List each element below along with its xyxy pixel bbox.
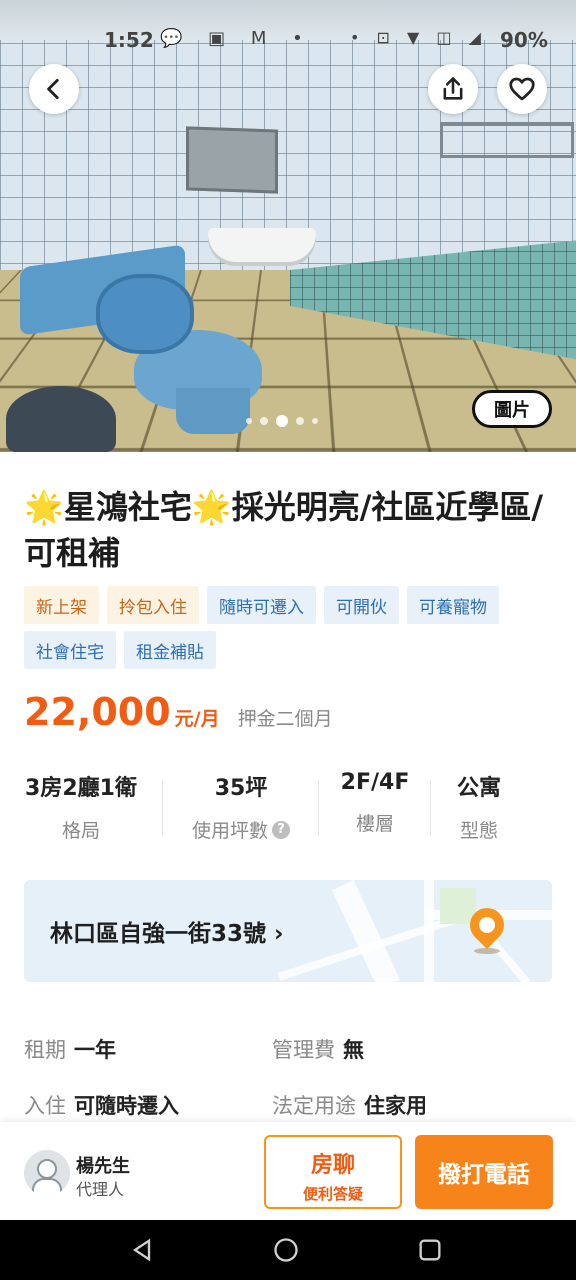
share-icon: [439, 75, 467, 103]
gallery-dot: [260, 417, 268, 425]
trash-bin: [6, 386, 116, 452]
tag-furnished: 拎包入住: [107, 586, 199, 624]
spec-type: 公寓 型態: [440, 770, 518, 843]
fee-label: 管理費: [272, 1034, 335, 1064]
status-bar: 1:52 💬 ▣ M • • ⊡ ▼ ◫ ◢ 90%: [0, 0, 576, 80]
gallery-dot: [246, 418, 252, 424]
usage-label: 法定用途: [272, 1090, 356, 1120]
chevron-left-icon: [41, 76, 67, 102]
spec-layout-label: 格局: [62, 816, 100, 843]
star-emoji: 🌟: [192, 488, 232, 526]
price-row: 22,000 元/月 押金二個月: [24, 690, 333, 734]
spec-floor: 2F/4F 樓層: [330, 770, 420, 836]
photo-type-button[interactable]: 圖片: [472, 390, 552, 428]
back-button[interactable]: [29, 64, 79, 114]
toilet-lid: [96, 274, 194, 354]
spec-layout: 3房2廳1衛 格局: [14, 770, 148, 843]
spec-type-label: 型態: [460, 816, 498, 843]
chevron-right-icon: ›: [274, 921, 283, 947]
star-emoji: 🌟: [24, 488, 64, 526]
bottom-action-bar: 楊先生 代理人 房聊 便利答疑 撥打電話: [0, 1122, 576, 1220]
movein-value: 可隨時遷入: [74, 1090, 179, 1120]
toilet-base: [176, 388, 250, 434]
mirror: [186, 126, 278, 193]
divider: [318, 780, 319, 836]
detail-legal-usage: 法定用途 住家用: [272, 1090, 427, 1120]
listing-photo[interactable]: 1:52 💬 ▣ M • • ⊡ ▼ ◫ ◢ 90% 圖片: [0, 0, 576, 452]
chat-button-sublabel: 便利答疑: [266, 1183, 400, 1204]
spec-floor-value: 2F/4F: [330, 770, 420, 795]
spec-area-label: 使用坪數: [192, 816, 268, 843]
deposit-text: 押金二個月: [238, 704, 333, 731]
map-road: [332, 880, 400, 982]
detail-move-in: 入住 可隨時遷入: [24, 1090, 179, 1120]
fee-value: 無: [343, 1034, 364, 1064]
spec-floor-label: 樓層: [356, 809, 394, 836]
spec-summary: 3房2廳1衛 格局 35坪 使用坪數? 2F/4F 樓層 公寓 型態: [0, 770, 576, 850]
gallery-dot-active: [276, 415, 288, 427]
spec-area-value: 35坪: [176, 770, 306, 802]
call-button[interactable]: 撥打電話: [415, 1135, 553, 1209]
agent-avatar[interactable]: [24, 1150, 70, 1196]
tag-rent-subsidy: 租金補貼: [124, 631, 216, 669]
status-time: 1:52: [104, 28, 154, 52]
lease-value: 一年: [74, 1034, 116, 1064]
agent-name: 楊先生: [76, 1152, 130, 1178]
chat-button-label: 房聊: [266, 1147, 400, 1179]
divider: [162, 780, 163, 836]
listing-title: 🌟星鴻社宅🌟採光明亮/社區近學區/可租補: [24, 484, 554, 576]
tag-pets: 可養寵物: [407, 586, 499, 624]
towel-rack: [440, 122, 574, 158]
price-unit: 元/月: [175, 704, 220, 731]
battery-level: 90%: [500, 28, 548, 52]
usage-value: 住家用: [364, 1090, 427, 1120]
movein-label: 入住: [24, 1090, 66, 1120]
address-text: 林口區自強一街33號: [50, 921, 266, 947]
tag-cooking: 可開伙: [324, 586, 399, 624]
detail-management-fee: 管理費 無: [272, 1034, 364, 1064]
address-link[interactable]: 林口區自強一街33號 ›: [50, 914, 284, 948]
lease-label: 租期: [24, 1034, 66, 1064]
gallery-dot: [312, 418, 318, 424]
address-map-card[interactable]: 林口區自強一街33號 ›: [24, 880, 552, 982]
tag-move-in: 隨時可遷入: [207, 586, 316, 624]
question-icon[interactable]: ?: [272, 821, 290, 839]
spec-area[interactable]: 35坪 使用坪數?: [176, 770, 306, 843]
spec-layout-value: 3房2廳1衛: [14, 770, 148, 802]
divider: [430, 780, 431, 836]
nav-recents-icon[interactable]: [416, 1236, 444, 1264]
title-part-1: 星鴻社宅: [64, 488, 192, 526]
nav-back-icon[interactable]: [128, 1236, 156, 1264]
tag-new: 新上架: [24, 586, 99, 624]
system-nav-bar: [0, 1220, 576, 1280]
spec-type-value: 公寓: [440, 770, 518, 802]
price-value: 22,000: [24, 690, 171, 734]
notification-icons: 💬 ▣ M •: [160, 28, 313, 49]
agent-role: 代理人: [76, 1176, 124, 1200]
heart-icon: [507, 74, 537, 104]
share-button[interactable]: [428, 64, 478, 114]
sink: [208, 228, 316, 262]
gallery-indicator: [246, 415, 318, 427]
tag-social-housing: 社會住宅: [24, 631, 116, 669]
system-icons: • ⊡ ▼ ◫ ◢: [350, 28, 487, 47]
favorite-button[interactable]: [497, 64, 547, 114]
gallery-dot: [296, 417, 304, 425]
detail-lease: 租期 一年: [24, 1034, 116, 1064]
feature-tags: 新上架 拎包入住 隨時可遷入 可開伙 可養寵物 社會住宅 租金補貼: [24, 586, 554, 669]
nav-home-icon[interactable]: [272, 1236, 300, 1264]
chat-button[interactable]: 房聊 便利答疑: [264, 1135, 402, 1209]
